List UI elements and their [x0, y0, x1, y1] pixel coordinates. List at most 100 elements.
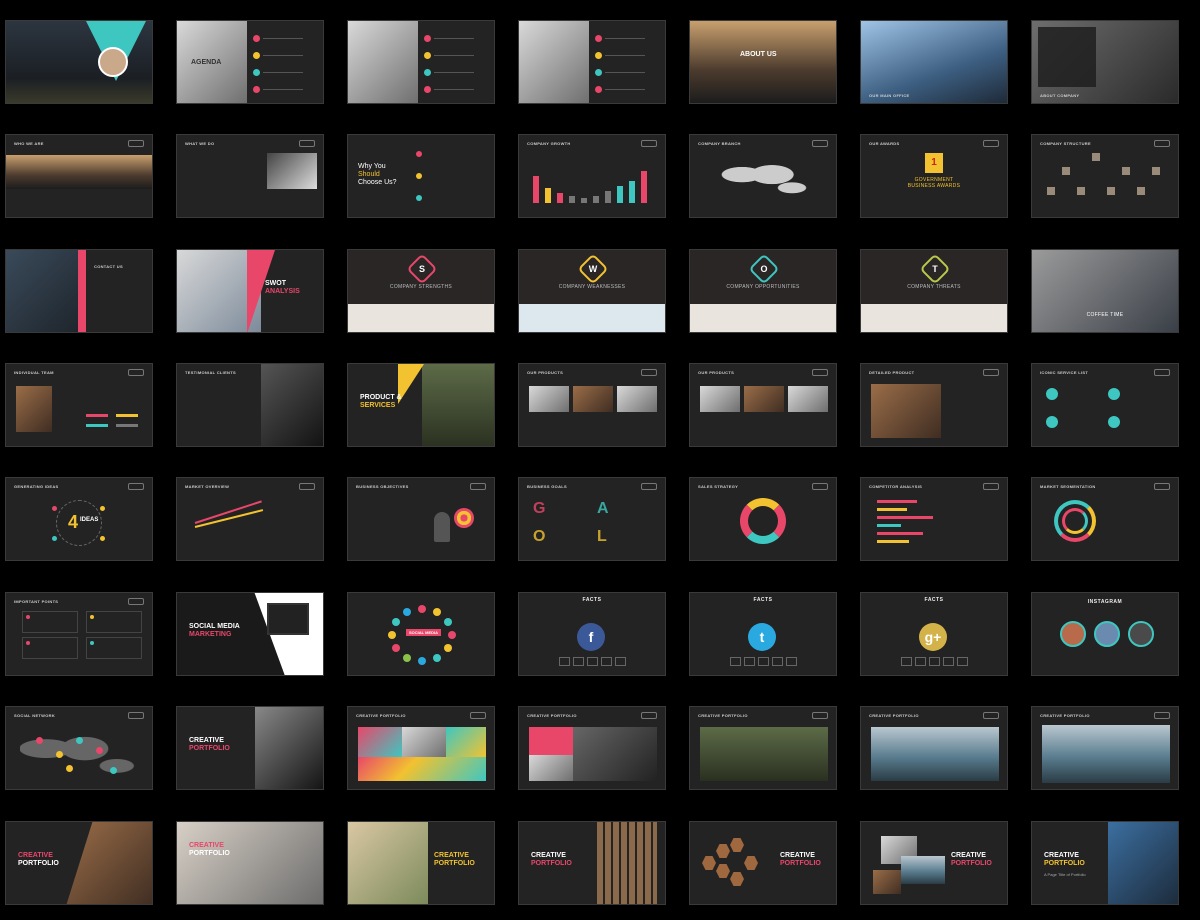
slide-thumbnail[interactable]: MARKET SEGMENTATION: [1031, 477, 1179, 561]
agenda-bullet: [595, 52, 602, 59]
title-line1: SWOT: [265, 280, 286, 287]
slide-thumbnail[interactable]: CREATIVE PORTFOLIO A Page Title of Portfol…: [1031, 821, 1179, 905]
idea-dot: [52, 536, 57, 541]
slide-thumbnail[interactable]: COMPETITOR ANALYSIS: [860, 477, 1008, 561]
slide-title: CREATIVE PORTFOLIO: [531, 852, 572, 868]
slide-thumbnail[interactable]: CREATIVE PORTFOLIO: [176, 706, 324, 790]
coffee-caption: COFFEE TIME: [1086, 312, 1124, 318]
slide-thumbnail[interactable]: PRODUCT & SERVICES: [347, 363, 495, 447]
slide-thumbnail[interactable]: SWOT ANALYSIS: [176, 249, 324, 333]
slide-thumbnail[interactable]: SOCIAL MEDIA MARKETING: [176, 592, 324, 676]
slide-thumbnail[interactable]: OUR AWARDS 1 GOVERNMENT BUSINESS AWARDS: [860, 134, 1008, 218]
slide-thumbnail[interactable]: [5, 20, 153, 104]
facts-title: FACTS: [753, 597, 773, 603]
network-pin: [66, 765, 73, 772]
slide-thumbnail[interactable]: CREATIVE PORTFOLIO: [347, 821, 495, 905]
slide-thumbnail[interactable]: COMPANY GROWTH: [518, 134, 666, 218]
photo: [402, 727, 446, 757]
slide-thumbnail[interactable]: CREATIVE PORTFOLIO: [176, 821, 324, 905]
slide-thumbnail[interactable]: [518, 20, 666, 104]
network-pin: [76, 737, 83, 744]
slide-thumbnail[interactable]: CREATIVE PORTFOLIO: [5, 821, 153, 905]
logo-mark: [128, 598, 144, 605]
slide-thumbnail[interactable]: MARKET OVERVIEW: [176, 477, 324, 561]
slide-thumbnail[interactable]: CREATIVE PORTFOLIO: [347, 706, 495, 790]
fact-box: [601, 657, 612, 666]
text-strip: [519, 304, 665, 332]
slide-thumbnail[interactable]: COMPANY BRANCH: [689, 134, 837, 218]
slide-thumbnail[interactable]: SOCIAL NETWORK: [5, 706, 153, 790]
slide-thumbnail[interactable]: IMPORTANT POINTS: [5, 592, 153, 676]
slide-thumbnail[interactable]: CONTACT US: [5, 249, 153, 333]
slide-thumbnail[interactable]: COFFEE TIME: [1031, 249, 1179, 333]
slide-thumbnail[interactable]: SALES STRATEGY: [689, 477, 837, 561]
slide-thumbnail[interactable]: INSTAGRAM: [1031, 592, 1179, 676]
slide-thumbnail[interactable]: CREATIVE PORTFOLIO: [518, 821, 666, 905]
slide-thumbnail[interactable]: BUSINESS OBJECTIVES: [347, 477, 495, 561]
slide-thumbnail[interactable]: BUSINESS GOALS G O A L: [518, 477, 666, 561]
logo-mark: [470, 712, 486, 719]
slide-thumbnail[interactable]: WHAT WE DO: [176, 134, 324, 218]
slide-thumbnail[interactable]: CREATIVE PORTFOLIO: [1031, 706, 1179, 790]
slide-thumbnail[interactable]: ABOUT COMPANY: [1031, 20, 1179, 104]
logo-mark: [299, 140, 315, 147]
social-bubble: [403, 608, 411, 617]
slide-thumbnail[interactable]: O COMPANY OPPORTUNITIES: [689, 249, 837, 333]
slide-thumbnail[interactable]: OUR PRODUCTS: [689, 363, 837, 447]
title-line2: PORTFOLIO: [189, 745, 230, 752]
swot-letter-badge: T: [919, 253, 951, 285]
logo-mark: [983, 483, 999, 490]
slide-thumbnail[interactable]: CREATIVE PORTFOLIO: [518, 706, 666, 790]
avatar: [98, 47, 128, 77]
point-bullet: [416, 195, 422, 201]
slide-thumbnail[interactable]: [347, 20, 495, 104]
slide-thumbnail[interactable]: ABOUT US: [689, 20, 837, 104]
slide-thumbnail[interactable]: OUR MAIN OFFICE: [860, 20, 1008, 104]
slide-thumbnail[interactable]: S COMPANY STRENGTHS: [347, 249, 495, 333]
slide-thumbnail[interactable]: AGENDA: [176, 20, 324, 104]
slide-thumbnail-grid: AGENDA ABOUT US OUR MAIN OFFICE ABOUT COMPA…: [0, 0, 1200, 920]
slide-thumbnail[interactable]: COMPANY STRUCTURE: [1031, 134, 1179, 218]
slide-title: CREATIVE PORTFOLIO: [434, 852, 475, 868]
slide-thumbnail[interactable]: CREATIVE PORTFOLIO: [689, 706, 837, 790]
slide-thumbnail[interactable]: TESTIMONIAL CLIENTS: [176, 363, 324, 447]
slide-thumbnail[interactable]: Why You Should Choose Us?: [347, 134, 495, 218]
idea-dot: [100, 536, 105, 541]
slide-heading: MARKET OVERVIEW: [185, 484, 230, 489]
slide-thumbnail[interactable]: SOCIAL MEDIA: [347, 592, 495, 676]
slide-thumbnail[interactable]: ICONIC SERVICE LIST: [1031, 363, 1179, 447]
slide-thumbnail[interactable]: CREATIVE PORTFOLIO: [860, 821, 1008, 905]
slide-thumbnail[interactable]: WHO WE ARE: [5, 134, 153, 218]
point-box: [86, 611, 142, 633]
swot-letter: S: [418, 264, 425, 274]
photo: [6, 155, 152, 189]
facts-title: FACTS: [924, 597, 944, 603]
slide-thumbnail[interactable]: INDIVIDUAL TEAM: [5, 363, 153, 447]
point-dot: [90, 641, 94, 645]
slide-thumbnail[interactable]: FACTS f: [518, 592, 666, 676]
swot-letter: W: [588, 264, 598, 274]
goal-letter: O: [533, 528, 546, 545]
slide-thumbnail[interactable]: DETAILED PRODUCT: [860, 363, 1008, 447]
slide-thumbnail[interactable]: FACTS t: [689, 592, 837, 676]
title-line2: PORTFOLIO: [18, 860, 59, 867]
slide-thumbnail[interactable]: FACTS g+: [860, 592, 1008, 676]
photo: [255, 707, 323, 789]
hex-photo: [730, 838, 744, 852]
product-photo: [617, 386, 657, 412]
slide-thumbnail[interactable]: GENERATING IDEAS 4 IDEAS: [5, 477, 153, 561]
monitor: [267, 603, 309, 635]
facts-title: FACTS: [582, 597, 602, 603]
slide-thumbnail[interactable]: CREATIVE PORTFOLIO: [860, 706, 1008, 790]
social-bubble: [418, 657, 426, 665]
slide-heading: WHO WE ARE: [14, 141, 44, 146]
slide-title: SWOT ANALYSIS: [265, 280, 300, 296]
slide-thumbnail[interactable]: T COMPANY THREATS: [860, 249, 1008, 333]
hex-photo: [702, 856, 716, 870]
slide-thumbnail[interactable]: CREATIVE PORTFOLIO: [689, 821, 837, 905]
instagram-title: INSTAGRAM: [1087, 599, 1123, 605]
agenda-bullet: [595, 35, 602, 42]
slide-thumbnail[interactable]: W COMPANY WEAKNESSES: [518, 249, 666, 333]
swot-caption: COMPANY WEAKNESSES: [558, 284, 626, 290]
slide-thumbnail[interactable]: OUR PRODUCTS: [518, 363, 666, 447]
